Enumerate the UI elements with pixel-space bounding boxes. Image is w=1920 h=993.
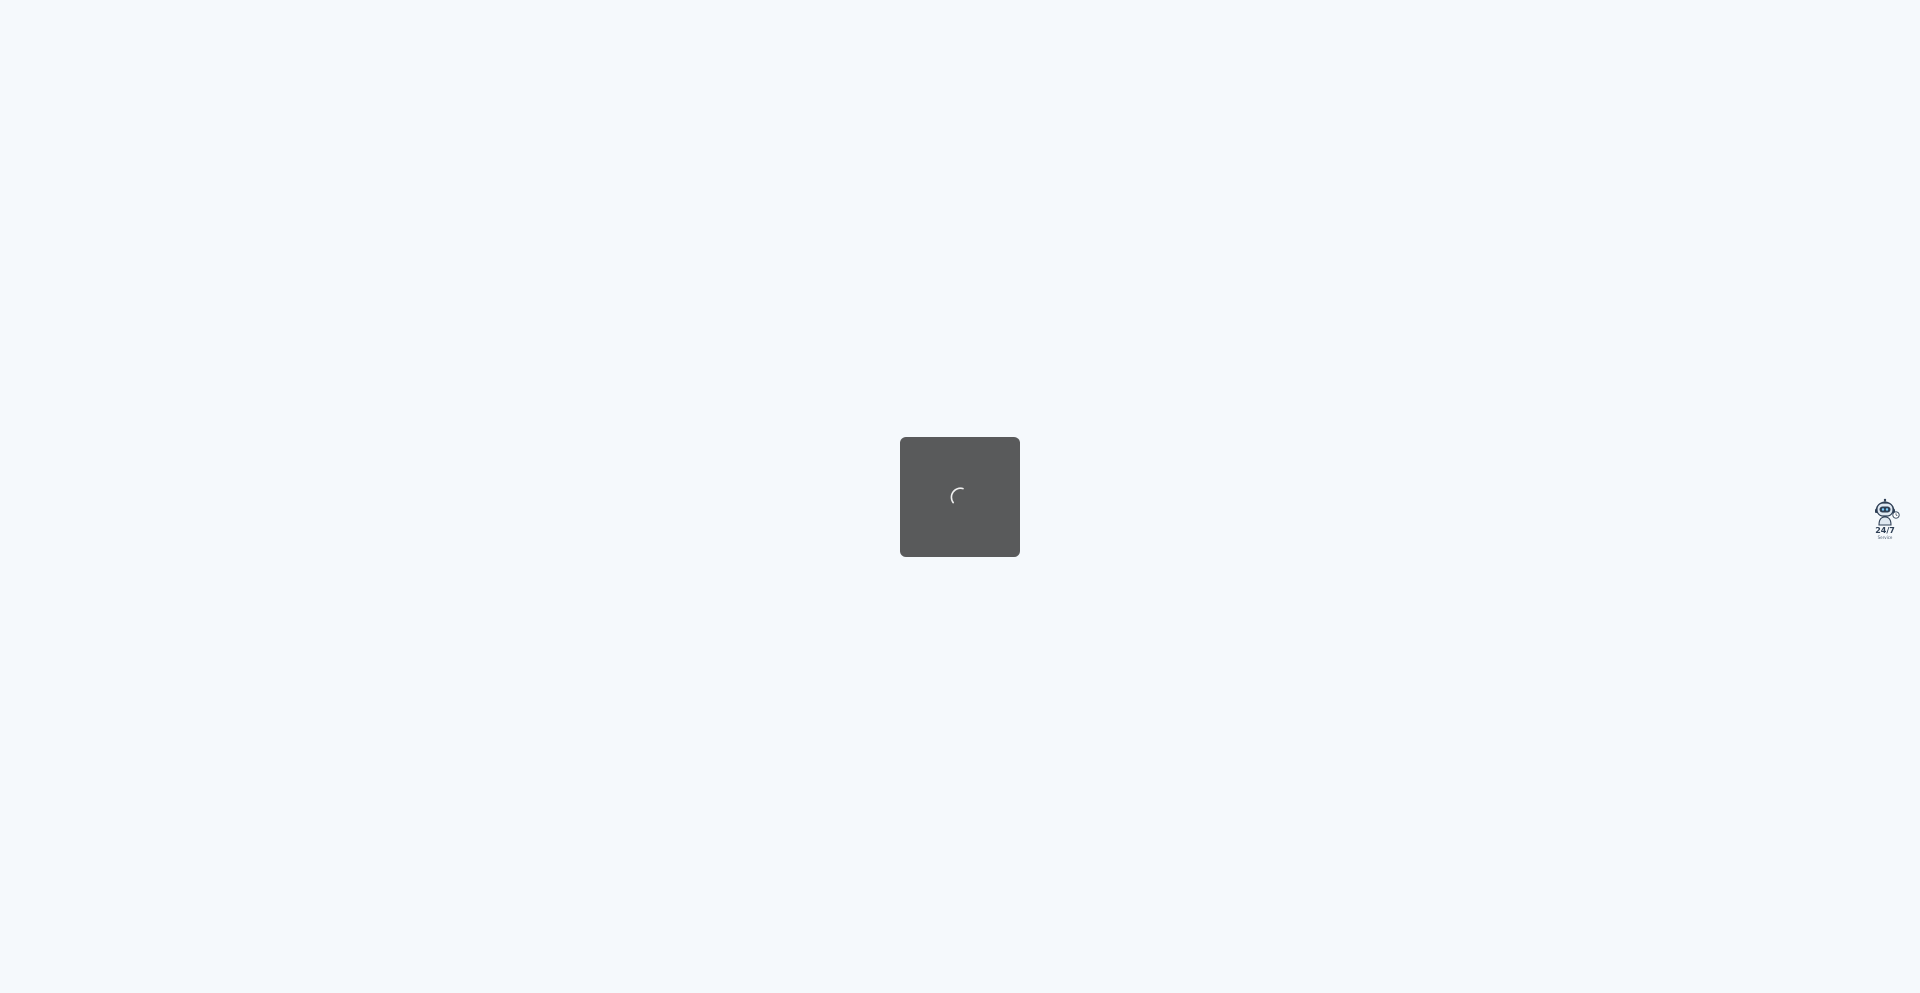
loading-overlay	[900, 437, 1020, 557]
customer-service-widget[interactable]: 24/7 Service	[1862, 498, 1908, 548]
service-hours-label: 24/7	[1875, 526, 1895, 535]
service-label: Service	[1877, 535, 1893, 540]
page: 24/7 Service	[0, 0, 1920, 993]
spinner-icon	[950, 487, 964, 504]
robot-icon	[1875, 498, 1900, 526]
